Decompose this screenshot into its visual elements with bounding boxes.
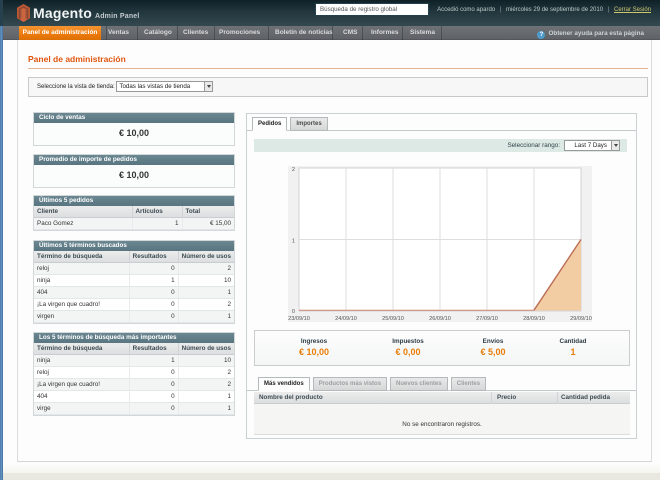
svg-text:25/09/10: 25/09/10 <box>382 316 404 322</box>
svg-text:27/09/10: 27/09/10 <box>476 316 498 322</box>
svg-text:23/09/10: 23/09/10 <box>288 316 310 322</box>
svg-text:1: 1 <box>292 239 295 245</box>
svg-text:24/09/10: 24/09/10 <box>335 316 357 322</box>
svg-text:29/09/10: 29/09/10 <box>570 316 592 322</box>
svg-text:26/09/10: 26/09/10 <box>429 316 451 322</box>
svg-text:28/09/10: 28/09/10 <box>523 316 545 322</box>
svg-text:0: 0 <box>292 309 295 315</box>
svg-text:2: 2 <box>292 167 295 173</box>
